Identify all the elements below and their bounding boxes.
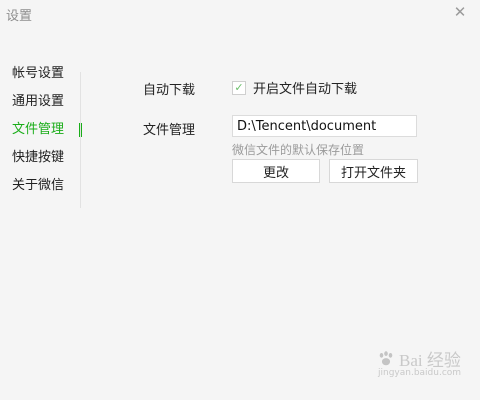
- auto-download-option[interactable]: ✓ 开启文件自动下载: [232, 78, 357, 97]
- save-path-hint: 微信文件的默认保存位置: [232, 143, 365, 157]
- sidebar-item-account[interactable]: 帐号设置: [0, 60, 82, 88]
- settings-window: 设置 ✕ 帐号设置 通用设置 文件管理 快捷按键 关于微信 自动下载 ✓ 开启文…: [0, 0, 480, 400]
- sidebar-item-shortcuts[interactable]: 快捷按键: [0, 144, 82, 172]
- sidebar-item-about[interactable]: 关于微信: [0, 172, 82, 200]
- change-path-button[interactable]: 更改: [232, 159, 320, 183]
- check-icon: ✓: [234, 81, 244, 94]
- sidebar-divider: [80, 72, 81, 208]
- window-title: 设置: [6, 9, 33, 24]
- watermark-url: jingyan.baidu.com: [378, 368, 462, 378]
- auto-download-checkbox-label[interactable]: 开启文件自动下载: [253, 78, 357, 97]
- open-folder-button[interactable]: 打开文件夹: [329, 159, 418, 183]
- settings-sidebar: 帐号设置 通用设置 文件管理 快捷按键 关于微信: [0, 60, 82, 200]
- sidebar-item-label: 快捷按键: [12, 150, 65, 165]
- close-button[interactable]: ✕: [440, 0, 480, 24]
- auto-download-checkbox[interactable]: ✓: [232, 80, 246, 95]
- close-icon: ✕: [453, 3, 467, 21]
- auto-download-label: 自动下载: [143, 83, 196, 98]
- sidebar-item-label: 帐号设置: [12, 66, 65, 81]
- sidebar-item-label: 文件管理: [12, 122, 65, 137]
- paw-icon: [376, 349, 396, 369]
- save-path-field[interactable]: [232, 115, 417, 137]
- sidebar-item-general[interactable]: 通用设置: [0, 88, 82, 116]
- sidebar-item-label: 关于微信: [12, 178, 65, 193]
- file-management-label: 文件管理: [143, 123, 196, 138]
- sidebar-item-file-management[interactable]: 文件管理: [0, 116, 82, 144]
- sidebar-item-label: 通用设置: [12, 94, 65, 109]
